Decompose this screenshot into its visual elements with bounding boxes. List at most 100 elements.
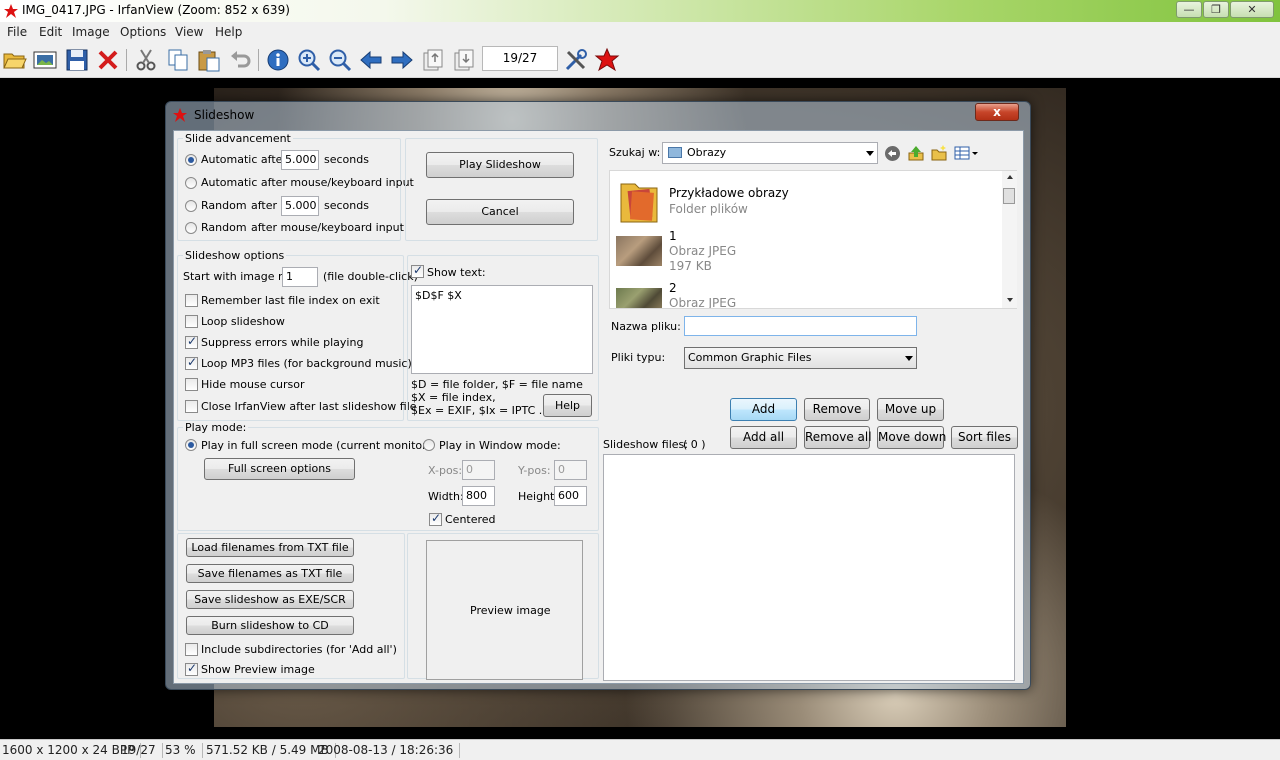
play-slideshow-button[interactable]: Play Slideshow <box>426 152 574 178</box>
scroll-up-icon[interactable] <box>1007 175 1013 179</box>
auto-mouse-keyboard-label: Automatic after mouse/keyboard input <box>201 176 414 189</box>
menu-image[interactable]: Image <box>72 25 110 39</box>
previous-page-icon[interactable] <box>420 47 446 73</box>
random-after-radio[interactable] <box>185 200 197 212</box>
zoom-in-icon[interactable] <box>296 47 322 73</box>
start-image-input[interactable]: 1 <box>282 267 318 287</box>
slideshow-icon[interactable] <box>32 47 58 73</box>
view-menu-icon[interactable] <box>954 145 980 162</box>
info-icon[interactable] <box>265 47 291 73</box>
list-item[interactable]: Przykładowe obrazy Folder plików <box>612 173 997 225</box>
cancel-button[interactable]: Cancel <box>426 199 574 225</box>
filetype-label: Pliki typu: <box>611 351 666 364</box>
irfanview-window: IMG_0417.JPG - IrfanView (Zoom: 852 x 63… <box>0 0 1280 760</box>
slideshow-options-label: Slideshow options <box>183 249 287 262</box>
centered-checkbox[interactable] <box>429 511 442 526</box>
remove-all-button[interactable]: Remove all <box>804 426 872 449</box>
show-text-help-3: $Ex = EXIF, $Ix = IPTC ... <box>411 404 550 417</box>
filetype-combo[interactable]: Common Graphic Files <box>684 347 917 369</box>
help-button[interactable]: Help <box>543 394 592 417</box>
move-up-button[interactable]: Move up <box>877 398 944 421</box>
automatic-after-radio[interactable] <box>185 154 197 166</box>
sort-files-button[interactable]: Sort files <box>951 426 1018 449</box>
show-text-textarea[interactable]: $D$F $X <box>411 285 593 374</box>
undo-icon[interactable] <box>227 47 253 73</box>
fullscreen-options-button[interactable]: Full screen options <box>204 458 355 480</box>
page-counter-field[interactable]: 19/27 <box>482 46 558 71</box>
filename-label: Nazwa pliku: <box>611 320 681 333</box>
move-down-button[interactable]: Move down <box>877 426 946 449</box>
burn-cd-button[interactable]: Burn slideshow to CD <box>186 616 354 635</box>
load-txt-button[interactable]: Load filenames from TXT file <box>186 538 354 557</box>
close-window-button[interactable]: ✕ <box>1230 1 1274 18</box>
next-page-icon[interactable] <box>451 47 477 73</box>
list-item[interactable]: 1 Obraz JPEG 197 KB <box>612 228 997 278</box>
width-input[interactable]: 800 <box>462 486 495 506</box>
zoom-out-icon[interactable] <box>327 47 353 73</box>
maximize-button[interactable]: ❐ <box>1203 1 1229 18</box>
add-all-button[interactable]: Add all <box>730 426 797 449</box>
status-date: 2008-08-13 / 18:26:36 <box>318 743 461 758</box>
menu-file[interactable]: File <box>7 25 27 39</box>
minimize-button[interactable]: — <box>1176 1 1202 18</box>
filename-input[interactable] <box>684 316 917 336</box>
status-index: 19/27 <box>121 743 163 758</box>
loop-slideshow-checkbox[interactable] <box>185 315 198 328</box>
cut-icon[interactable] <box>133 47 159 73</box>
show-text-checkbox[interactable] <box>411 263 424 278</box>
random-mouse-radio[interactable] <box>185 222 197 234</box>
loop-mp3-checkbox[interactable] <box>185 355 198 370</box>
xpos-input[interactable]: 0 <box>462 460 495 480</box>
file-list-scrollbar[interactable] <box>1002 171 1017 308</box>
previous-icon[interactable] <box>358 47 384 73</box>
title-bar: IMG_0417.JPG - IrfanView (Zoom: 852 x 63… <box>0 0 1280 22</box>
include-subdirectories-checkbox[interactable] <box>185 643 198 656</box>
menu-help[interactable]: Help <box>215 25 242 39</box>
new-folder-icon[interactable] <box>930 144 948 162</box>
hide-cursor-checkbox[interactable] <box>185 378 198 391</box>
menu-edit[interactable]: Edit <box>39 25 62 39</box>
remove-button[interactable]: Remove <box>804 398 870 421</box>
add-button[interactable]: Add <box>730 398 797 421</box>
list-item[interactable]: 2 Obraz JPEG <box>612 280 997 308</box>
remember-index-checkbox[interactable] <box>185 294 198 307</box>
toolbar-separator <box>258 49 259 71</box>
open-icon[interactable] <box>2 47 28 73</box>
show-preview-checkbox[interactable] <box>185 661 198 676</box>
height-input[interactable]: 600 <box>554 486 587 506</box>
paste-icon[interactable] <box>196 47 222 73</box>
window-mode-radio[interactable] <box>423 439 435 451</box>
menu-view[interactable]: View <box>175 25 203 39</box>
up-folder-icon[interactable] <box>907 144 925 162</box>
suppress-errors-checkbox[interactable] <box>185 334 198 349</box>
dialog-close-button[interactable]: x <box>975 103 1019 121</box>
slideshow-files-list[interactable] <box>603 454 1015 681</box>
look-in-value: Obrazy <box>687 146 727 159</box>
file-list[interactable]: Przykładowe obrazy Folder plików 1 Obraz… <box>609 170 1017 309</box>
status-file-size: 571.52 KB / 5.49 MB <box>206 743 336 758</box>
close-after-checkbox[interactable] <box>185 400 198 413</box>
settings-icon[interactable] <box>563 47 589 73</box>
scroll-down-icon[interactable] <box>1007 298 1013 302</box>
back-icon[interactable] <box>884 145 901 162</box>
ypos-input[interactable]: 0 <box>554 460 587 480</box>
auto-mouse-keyboard-radio[interactable] <box>185 177 197 189</box>
save-exe-button[interactable]: Save slideshow as EXE/SCR <box>186 590 354 609</box>
auto-seconds-input[interactable]: 5.000 <box>281 150 319 170</box>
save-txt-button[interactable]: Save filenames as TXT file <box>186 564 354 583</box>
dialog-body: Slide advancement Automatic after 5.000 … <box>173 130 1024 684</box>
random-label-2: Random <box>201 221 247 234</box>
next-icon[interactable] <box>389 47 415 73</box>
random-seconds-input[interactable]: 5.000 <box>281 196 319 216</box>
look-in-combo[interactable]: Obrazy <box>662 142 878 164</box>
delete-icon[interactable] <box>95 47 121 73</box>
height-label: Height: <box>518 490 559 503</box>
slideshow-files-label: Slideshow files: <box>603 438 688 451</box>
copy-icon[interactable] <box>165 47 191 73</box>
pictures-folder-icon <box>668 147 682 158</box>
scrollbar-thumb[interactable] <box>1003 188 1015 204</box>
menu-options[interactable]: Options <box>120 25 166 39</box>
fullscreen-mode-radio[interactable] <box>185 439 197 451</box>
save-icon[interactable] <box>64 47 90 73</box>
irfanview-logo-icon[interactable] <box>594 47 620 73</box>
